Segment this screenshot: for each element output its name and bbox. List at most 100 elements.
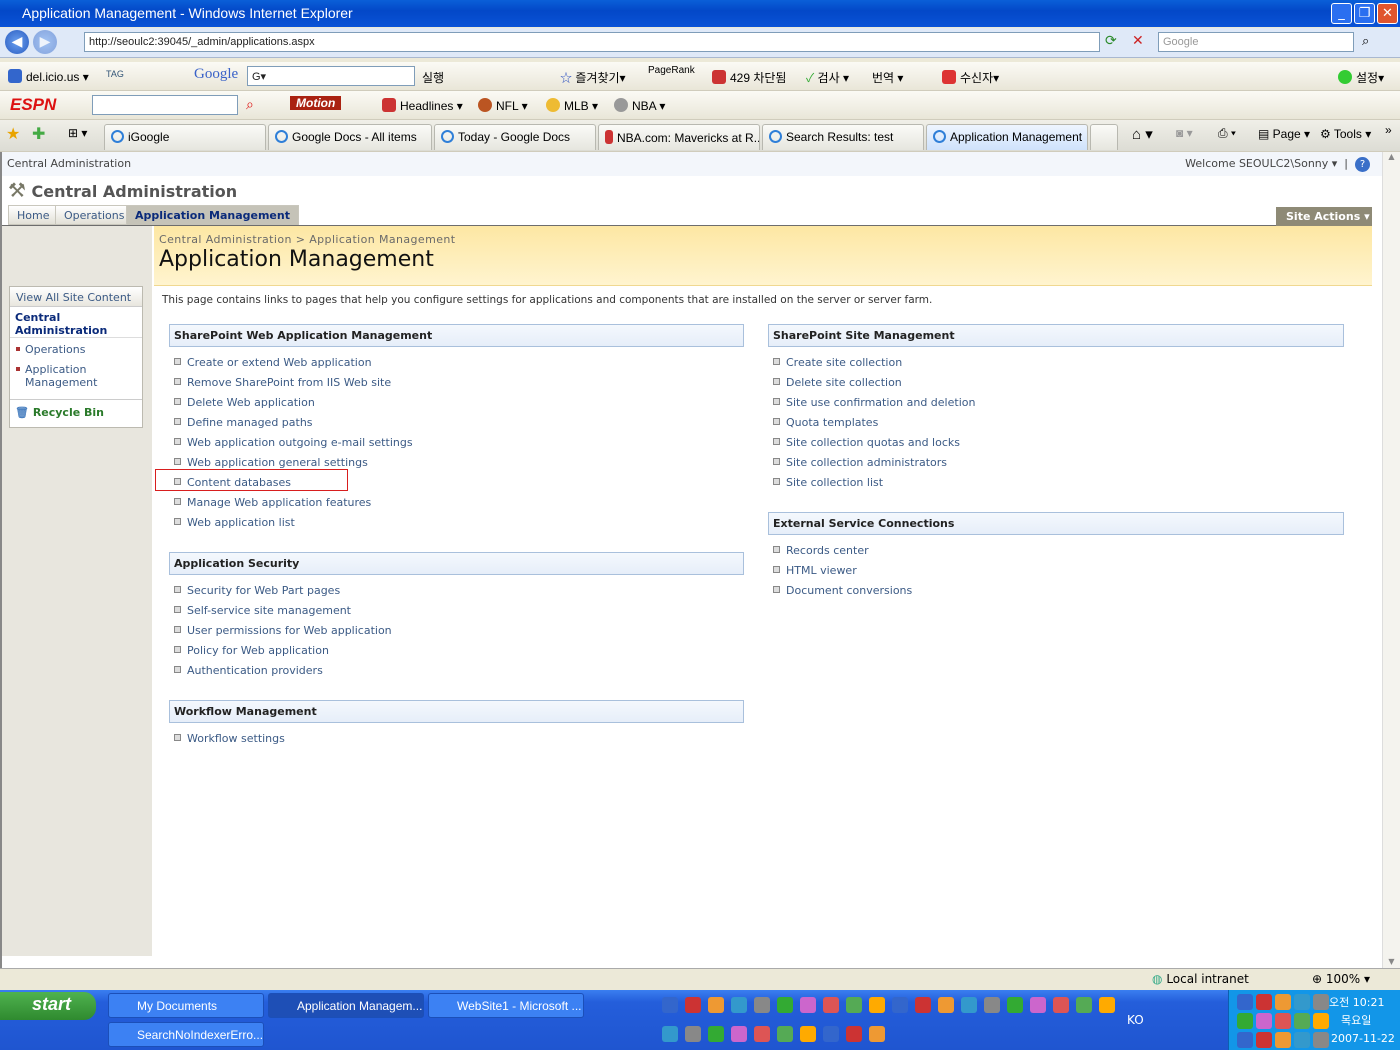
section-link[interactable]: Site collection list — [773, 476, 883, 489]
page-menu[interactable]: ▤ Page ▾ — [1258, 127, 1310, 141]
quick-launch-icon[interactable] — [800, 997, 816, 1013]
quick-launch-heading[interactable]: Central Administration — [10, 308, 142, 338]
tray-icon[interactable] — [1294, 994, 1310, 1010]
section-link[interactable]: Quota templates — [773, 416, 878, 429]
new-tab-button[interactable] — [1090, 124, 1118, 150]
quick-launch-icon[interactable] — [685, 997, 701, 1013]
section-link[interactable]: Authentication providers — [174, 664, 323, 677]
section-link[interactable]: Self-service site management — [174, 604, 351, 617]
welcome-menu[interactable]: Welcome SEOULC2\Sonny ▾ | ? — [1185, 157, 1370, 172]
nav-tab-home[interactable]: Home — [8, 205, 59, 225]
section-link[interactable]: Policy for Web application — [174, 644, 329, 657]
popup-blocked-button[interactable]: 429 차단됨 — [712, 69, 786, 86]
tab-igoogle[interactable]: iGoogle — [104, 124, 266, 150]
zoom-control[interactable]: ⊕ 100% ▾ — [1312, 972, 1370, 986]
section-link[interactable]: Create site collection — [773, 356, 902, 369]
clock-time[interactable]: 오전 10:21 — [1329, 994, 1384, 1010]
help-icon[interactable]: ? — [1355, 157, 1370, 172]
quick-launch-icon[interactable] — [777, 997, 793, 1013]
tray-icon[interactable] — [1237, 994, 1253, 1010]
quick-launch-icon[interactable] — [708, 1026, 724, 1042]
quick-tabs-icon[interactable]: ⊞ ▾ — [68, 126, 87, 140]
run-button[interactable]: 실행 — [422, 69, 444, 86]
vertical-scrollbar[interactable]: ▲ ▼ — [1382, 152, 1400, 968]
minimize-button[interactable]: _ — [1331, 3, 1352, 24]
add-favorite-icon[interactable]: ✚ — [32, 124, 45, 144]
quick-launch-icon[interactable] — [823, 1026, 839, 1042]
tab-application-management[interactable]: Application Management ✕ — [926, 124, 1088, 150]
forward-button[interactable]: ▶ — [33, 30, 57, 54]
section-link[interactable]: Remove SharePoint from IIS Web site — [174, 376, 391, 389]
stop-icon[interactable]: ✕ — [1132, 33, 1144, 49]
nav-tab-application-management[interactable]: Application Management — [126, 205, 299, 226]
motion-button[interactable]: Motion — [290, 96, 342, 110]
breadcrumb[interactable]: Central Administration > Application Man… — [159, 233, 455, 246]
tag-button[interactable]: TAG — [106, 69, 124, 79]
task-search-no-indexer[interactable]: SearchNoIndexerErro... — [108, 1022, 264, 1047]
section-link[interactable]: Create or extend Web application — [174, 356, 372, 369]
quick-launch-icon[interactable] — [685, 1026, 701, 1042]
recycle-bin-link[interactable]: 🗑 Recycle Bin — [10, 399, 142, 427]
refresh-icon[interactable]: ⟳ — [1105, 33, 1117, 49]
tab-google-docs[interactable]: Google Docs - All items — [268, 124, 432, 150]
maximize-button[interactable]: ❐ — [1354, 3, 1375, 24]
quick-launch-icon[interactable] — [892, 997, 908, 1013]
nba-button[interactable]: NBA ▾ — [614, 98, 665, 113]
close-button[interactable]: ✕ — [1377, 3, 1398, 24]
feeds-icon[interactable]: ◙ ▾ — [1176, 126, 1193, 140]
quick-launch-icon[interactable] — [1076, 997, 1092, 1013]
search-icon[interactable]: ⌕ — [1362, 34, 1369, 49]
quick-launch-icon[interactable] — [846, 1026, 862, 1042]
favorites-center-icon[interactable]: ★ — [6, 124, 20, 144]
start-button[interactable]: start — [0, 992, 96, 1020]
quick-launch-icon[interactable] — [915, 997, 931, 1013]
quick-launch-icon[interactable] — [1007, 997, 1023, 1013]
section-link[interactable]: Define managed paths — [174, 416, 313, 429]
tray-icon[interactable] — [1294, 1013, 1310, 1029]
nfl-button[interactable]: NFL ▾ — [478, 98, 528, 113]
section-link[interactable]: User permissions for Web application — [174, 624, 392, 637]
spellcheck-button[interactable]: ✓ 검사 ▾ — [806, 69, 849, 86]
quick-launch-icon[interactable] — [731, 1026, 747, 1042]
section-link[interactable]: Security for Web Part pages — [174, 584, 340, 597]
tab-search-results[interactable]: Search Results: test — [762, 124, 924, 150]
quick-launch-icon[interactable] — [777, 1026, 793, 1042]
section-link[interactable]: Workflow settings — [174, 732, 285, 745]
google-search-input[interactable]: G▾ — [247, 66, 415, 86]
section-link[interactable]: Manage Web application features — [174, 496, 371, 509]
task-website1[interactable]: WebSite1 - Microsoft ... — [428, 993, 584, 1018]
quick-launch-icon[interactable] — [869, 1026, 885, 1042]
quick-launch-icon[interactable] — [708, 997, 724, 1013]
language-indicator[interactable]: KO — [1127, 1013, 1144, 1027]
tray-icon[interactable] — [1256, 1032, 1272, 1048]
tab-today-google-docs[interactable]: Today - Google Docs — [434, 124, 596, 150]
quick-launch-icon[interactable] — [869, 997, 885, 1013]
section-link[interactable]: Site collection quotas and locks — [773, 436, 960, 449]
tray-icon[interactable] — [1294, 1032, 1310, 1048]
print-icon[interactable]: ⎙ ▾ — [1218, 126, 1236, 141]
tray-icon[interactable] — [1237, 1013, 1253, 1029]
section-link[interactable]: Web application list — [174, 516, 295, 529]
quick-launch-icon[interactable] — [938, 997, 954, 1013]
section-link[interactable]: HTML viewer — [773, 564, 857, 577]
quick-launch-icon[interactable] — [961, 997, 977, 1013]
tray-icon[interactable] — [1275, 1013, 1291, 1029]
quick-launch-icon[interactable] — [731, 997, 747, 1013]
tray-icon[interactable] — [1313, 1013, 1329, 1029]
task-application-management[interactable]: Application Managem... — [268, 993, 424, 1018]
site-title-link[interactable]: Central Administration — [7, 157, 131, 170]
quick-launch-icon[interactable] — [754, 1026, 770, 1042]
quick-launch-icon[interactable] — [754, 997, 770, 1013]
quick-launch-icon[interactable] — [662, 1026, 678, 1042]
favorites-button[interactable]: ☆ 즐겨찾기▾ — [560, 69, 626, 86]
quick-launch-icon[interactable] — [662, 997, 678, 1013]
tray-icon[interactable] — [1313, 994, 1329, 1010]
translate-button[interactable]: 번역 ▾ — [872, 69, 903, 86]
task-my-documents[interactable]: My Documents — [108, 993, 264, 1018]
tray-icon[interactable] — [1256, 994, 1272, 1010]
tray-icon[interactable] — [1275, 1032, 1291, 1048]
quick-launch-operations[interactable]: Operations — [10, 343, 142, 356]
mlb-button[interactable]: MLB ▾ — [546, 98, 598, 113]
section-link[interactable]: Web application outgoing e-mail settings — [174, 436, 413, 449]
view-all-site-content-link[interactable]: View All Site Content — [10, 287, 142, 307]
